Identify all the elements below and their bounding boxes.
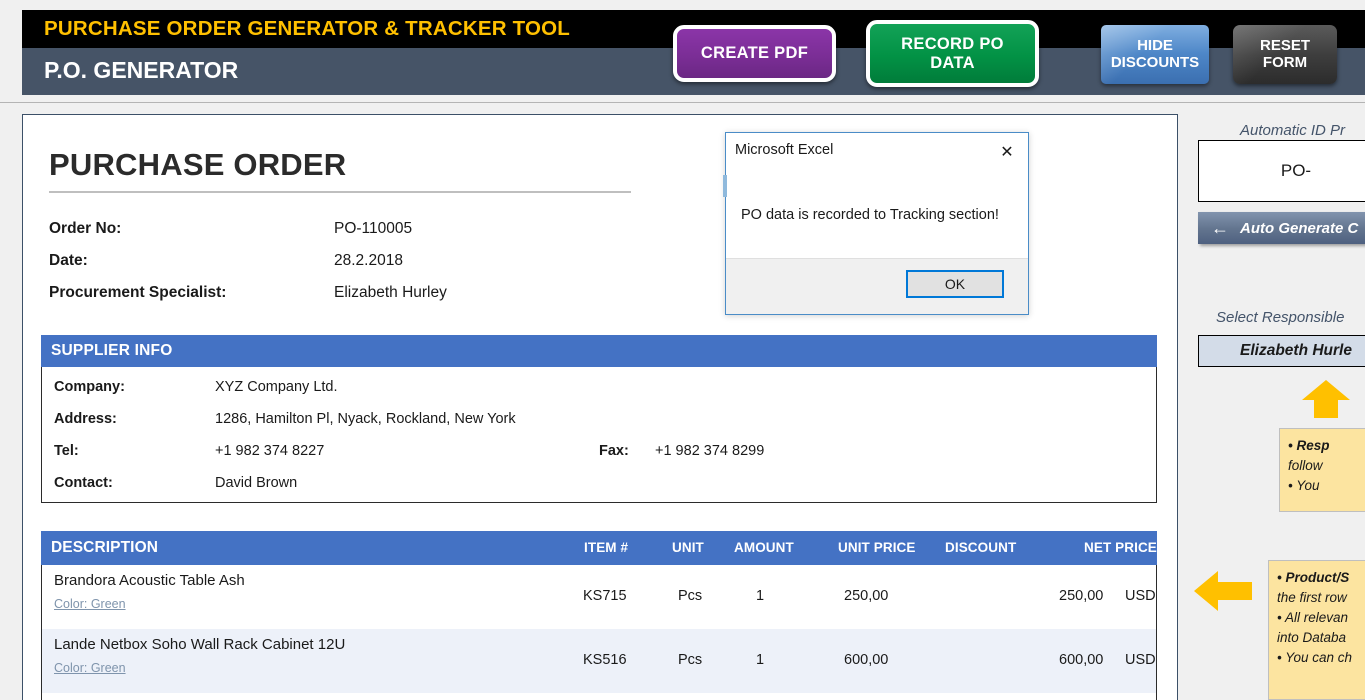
supplier-info-box: Company: XYZ Company Ltd. Address: 1286,…	[41, 367, 1157, 503]
responsible-note: • Resp follow • You	[1279, 428, 1365, 512]
row-amount: 1	[756, 652, 765, 668]
company-value[interactable]: XYZ Company Ltd.	[215, 379, 338, 395]
close-icon[interactable]: ✕	[992, 139, 1022, 165]
purchase-order-heading: PURCHASE ORDER	[49, 147, 347, 182]
auto-generate-label: Auto Generate C	[1240, 219, 1359, 237]
responsible-value: Elizabeth Hurle	[1240, 342, 1352, 359]
reset-form-line2: FORM	[1262, 53, 1308, 71]
application-window: PURCHASE ORDER GENERATOR & TRACKER TOOL …	[0, 0, 1365, 700]
row-currency: USD	[1125, 588, 1156, 604]
title-divider	[49, 191, 631, 193]
column-unit: UNIT	[672, 540, 704, 555]
ok-button[interactable]: OK	[906, 270, 1004, 298]
row-item-no: KS516	[583, 652, 627, 668]
dialog-side-tab	[723, 175, 727, 197]
tel-label: Tel:	[54, 443, 79, 459]
row-unit: Pcs	[678, 588, 703, 604]
column-net-price: NET PRICE	[1084, 540, 1157, 555]
supplier-info-header: SUPPLIER INFO	[41, 335, 1157, 367]
product-note-line4: into Databa	[1277, 629, 1347, 645]
dialog-footer: OK	[726, 258, 1028, 314]
product-note: • Product/S the first row • All relevan …	[1268, 560, 1365, 700]
record-po-data-label: RECORD PO DATA	[901, 35, 1004, 72]
row-description: Brandora Acoustic Table Ash	[54, 572, 245, 589]
table-row[interactable]	[42, 693, 1156, 700]
po-prefix-value: PO-	[1280, 161, 1312, 180]
date-label: Date:	[49, 252, 88, 269]
hide-discounts-label: HIDE DISCOUNTS	[1110, 36, 1200, 72]
responsible-dropdown[interactable]: Elizabeth Hurle	[1198, 335, 1365, 367]
column-amount: AMOUNT	[734, 540, 794, 555]
tel-value[interactable]: +1 982 374 8227	[215, 443, 324, 459]
arrow-left-icon-note	[1194, 571, 1252, 611]
supplier-info-title: SUPPLIER INFO	[51, 342, 173, 359]
fax-label: Fax:	[599, 443, 629, 459]
address-label: Address:	[54, 411, 117, 427]
row-unit-price: 600,00	[844, 652, 889, 668]
column-unit-price: UNIT PRICE	[838, 540, 916, 555]
table-row[interactable]: Lande Netbox Soho Wall Rack Cabinet 12U …	[42, 629, 1156, 693]
row-color-link[interactable]: Color: Green	[54, 597, 126, 611]
hide-discounts-button[interactable]: HIDE DISCOUNTS	[1101, 25, 1209, 84]
row-currency: USD	[1125, 652, 1156, 668]
items-table-body: Brandora Acoustic Table Ash Color: Green…	[41, 565, 1157, 700]
product-note-line3: • All relevan	[1277, 609, 1349, 625]
dialog-title: Microsoft Excel	[735, 142, 834, 158]
hide-discounts-line2: DISCOUNTS	[1110, 53, 1200, 71]
order-no-label: Order No:	[49, 220, 122, 237]
product-note-line1: • Product/S	[1277, 570, 1350, 585]
row-color-link[interactable]: Color: Green	[54, 661, 126, 675]
record-po-data-button[interactable]: RECORD PO DATA	[866, 20, 1039, 87]
items-table-header: DESCRIPTION ITEM # UNIT AMOUNT UNIT PRIC…	[41, 531, 1157, 565]
create-pdf-button[interactable]: CREATE PDF	[673, 25, 836, 82]
reset-form-line1: RESET	[1259, 36, 1310, 54]
row-amount: 1	[756, 588, 765, 604]
reset-form-label: RESET FORM	[1259, 36, 1310, 72]
order-no-value[interactable]: PO-110005	[334, 220, 412, 238]
arrow-left-icon: ←	[1211, 217, 1229, 238]
fax-value[interactable]: +1 982 374 8299	[655, 443, 764, 459]
reset-form-button[interactable]: RESET FORM	[1233, 25, 1337, 84]
contact-label: Contact:	[54, 475, 113, 491]
header-divider	[0, 102, 1365, 103]
hide-discounts-line1: HIDE	[1137, 36, 1173, 54]
date-value[interactable]: 28.2.2018	[334, 252, 403, 270]
row-net-price: 600,00	[1059, 652, 1104, 668]
procurement-specialist-label: Procurement Specialist:	[49, 284, 227, 301]
responsible-note-line2: follow	[1288, 457, 1323, 473]
product-note-line5: • You can ch	[1277, 649, 1353, 665]
dialog-message: PO data is recorded to Tracking section!	[741, 207, 999, 223]
product-note-line2: the first row	[1277, 589, 1347, 605]
column-item-no: ITEM #	[584, 540, 629, 555]
po-prefix-input[interactable]: PO-	[1198, 140, 1365, 202]
address-value[interactable]: 1286, Hamilton Pl, Nyack, Rockland, New …	[215, 411, 516, 427]
table-row[interactable]: Brandora Acoustic Table Ash Color: Green…	[42, 565, 1156, 629]
arrow-up-icon	[1302, 380, 1350, 418]
row-unit: Pcs	[678, 652, 703, 668]
record-po-data-line1: RECORD PO	[901, 35, 1004, 54]
automatic-id-label: Automatic ID Pr	[1240, 122, 1346, 139]
record-po-data-line2: DATA	[930, 53, 975, 72]
row-unit-price: 250,00	[844, 588, 889, 604]
auto-generate-button[interactable]: ← Auto Generate C	[1198, 212, 1365, 244]
row-description: Lande Netbox Soho Wall Rack Cabinet 12U	[54, 636, 346, 653]
select-responsible-label: Select Responsible	[1216, 309, 1345, 326]
row-item-no: KS715	[583, 588, 627, 604]
excel-message-dialog: Microsoft Excel ✕ PO data is recorded to…	[723, 132, 1029, 315]
page-title: P.O. GENERATOR	[44, 57, 239, 83]
procurement-specialist-value[interactable]: Elizabeth Hurley	[334, 284, 447, 302]
create-pdf-label: CREATE PDF	[700, 44, 809, 63]
responsible-note-line1: • Resp	[1288, 438, 1330, 453]
contact-value[interactable]: David Brown	[215, 475, 297, 491]
row-net-price: 250,00	[1059, 588, 1104, 604]
app-title: PURCHASE ORDER GENERATOR & TRACKER TOOL	[44, 17, 571, 40]
company-label: Company:	[54, 379, 125, 395]
column-discount: DISCOUNT	[945, 540, 1017, 555]
column-description: DESCRIPTION	[51, 539, 159, 556]
responsible-note-line3: • You	[1288, 477, 1320, 493]
